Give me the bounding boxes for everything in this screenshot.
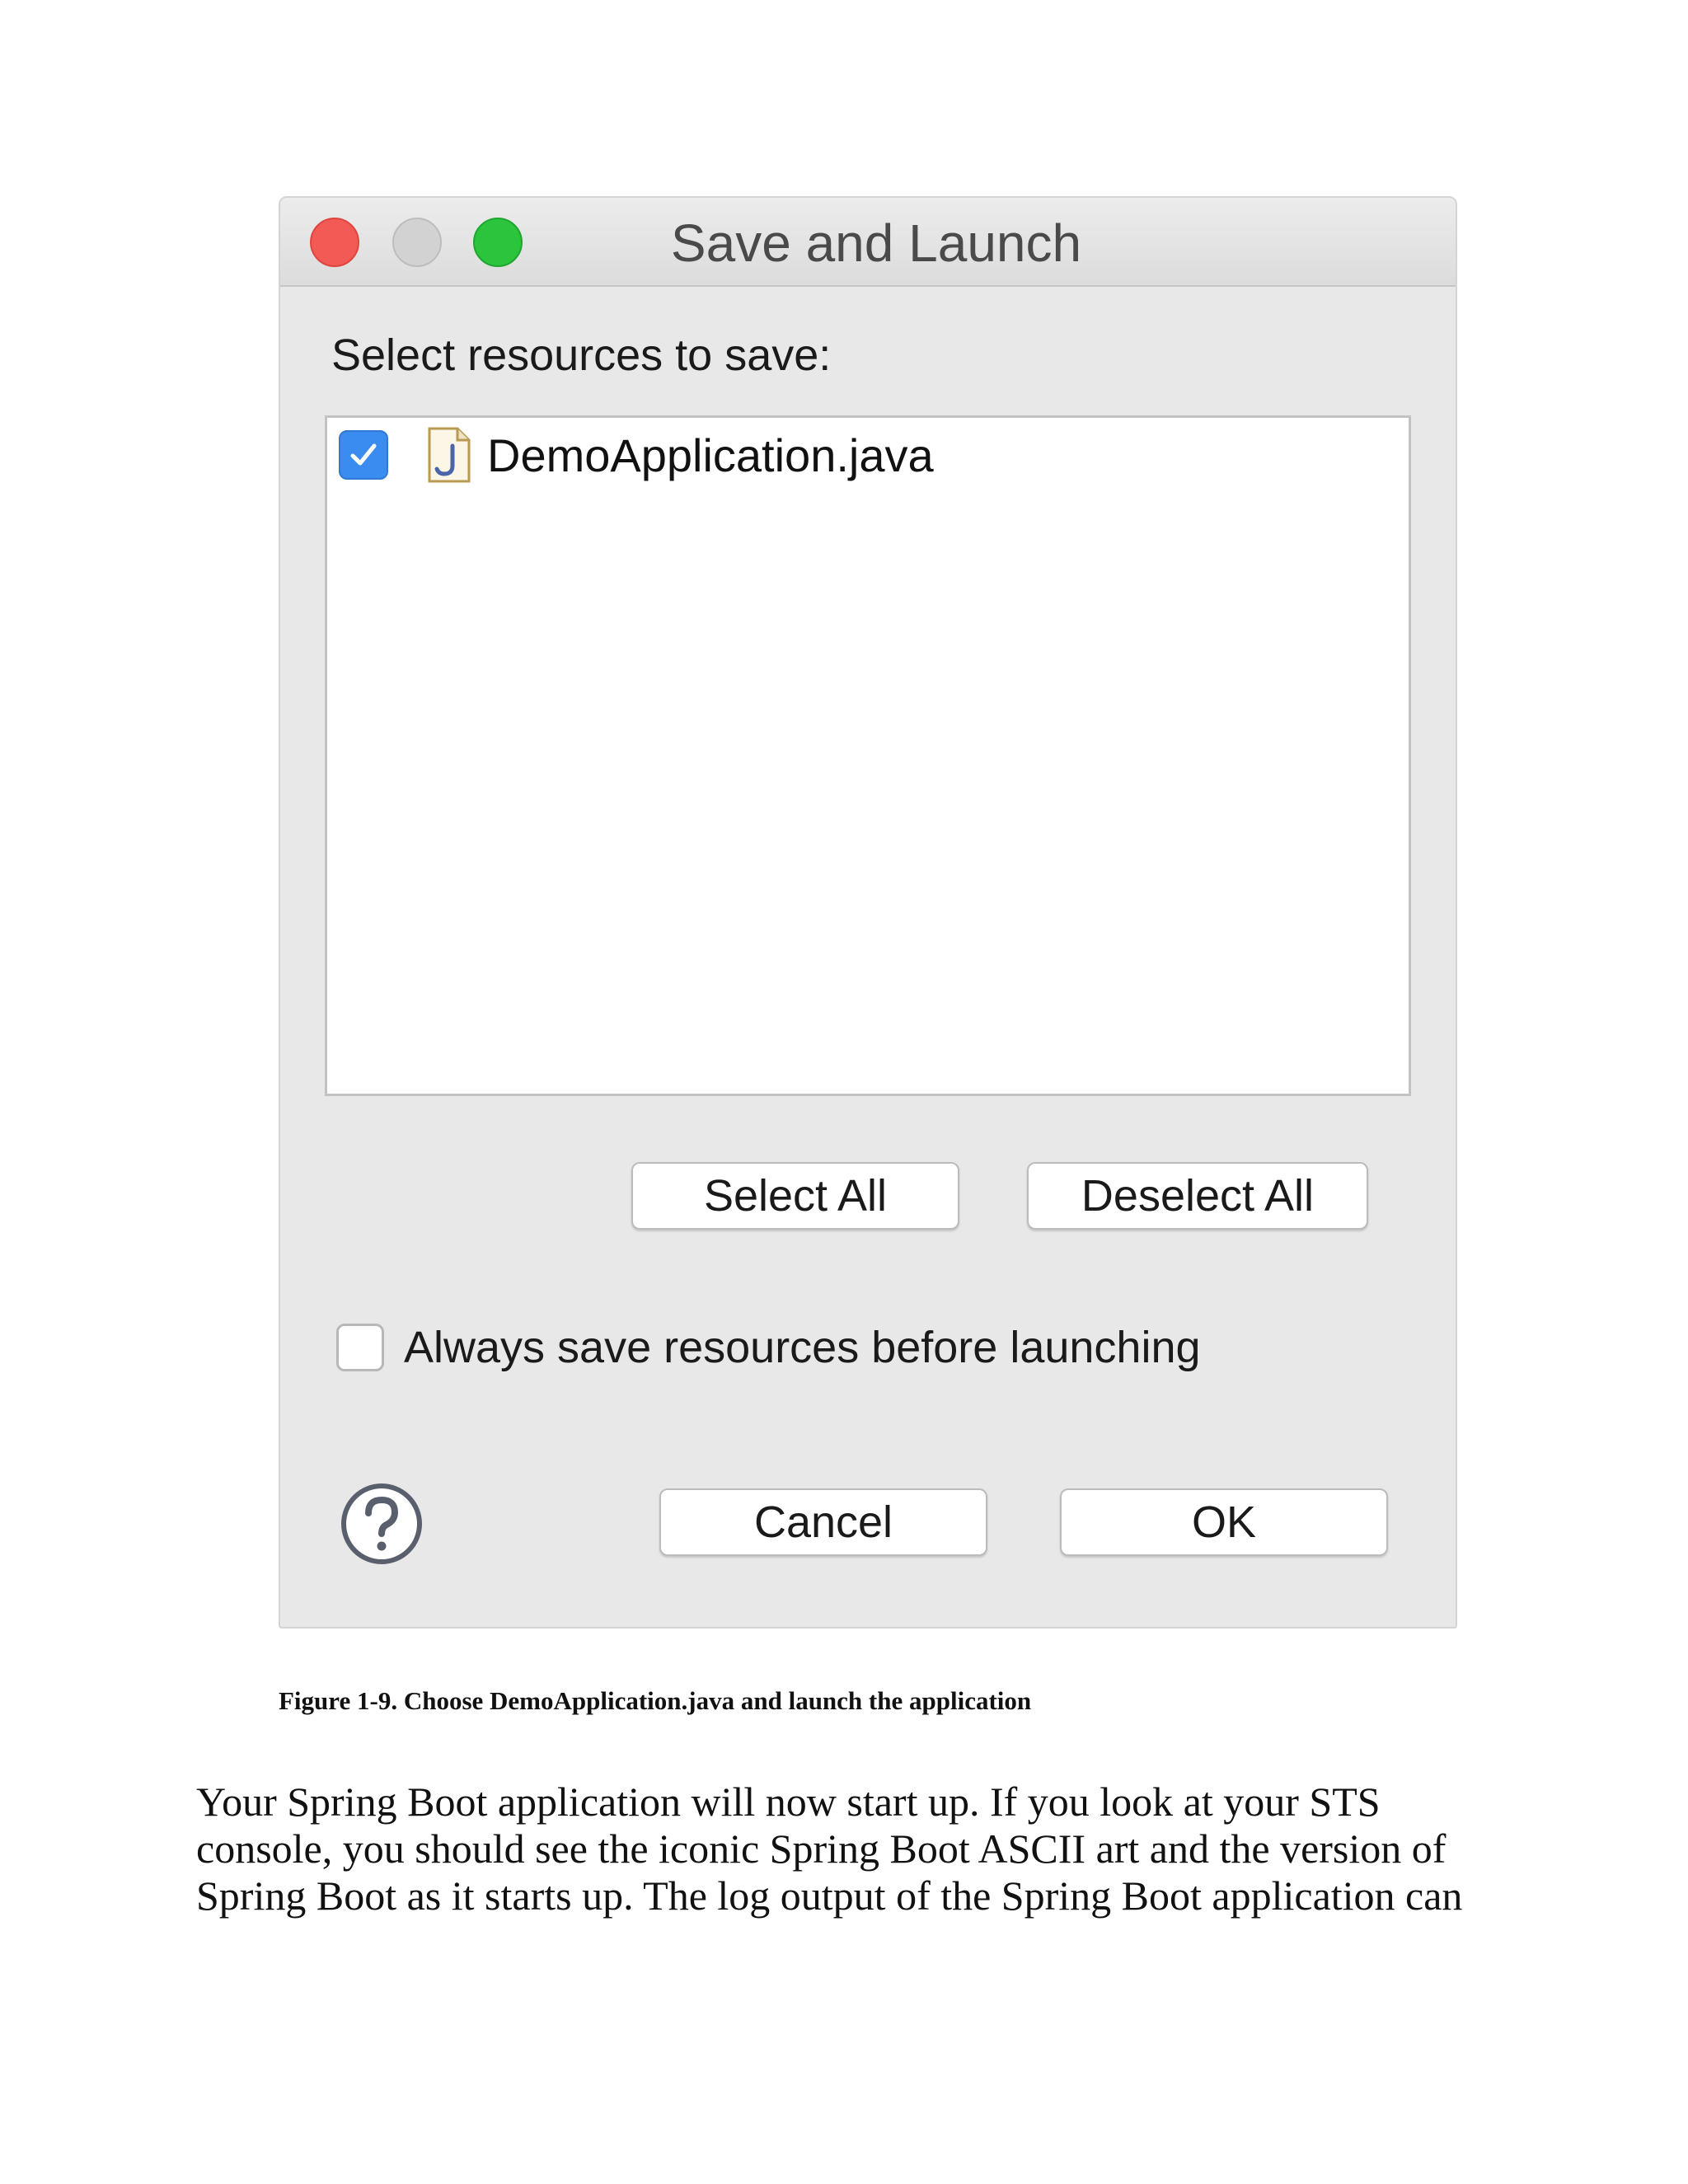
figure-caption: Figure 1-9. Choose DemoApplication.java … [279,1686,1032,1715]
resource-checkbox[interactable] [339,430,388,480]
select-all-button[interactable]: Select All [631,1162,959,1230]
resource-name: DemoApplication.java [487,429,934,481]
title-bar: Save and Launch [280,198,1456,287]
section-label: Select resources to save: [331,330,832,380]
resource-list[interactable]: DemoApplication.java [325,415,1411,1096]
resource-row[interactable]: DemoApplication.java [339,424,934,485]
body-line: Your Spring Boot application will now st… [196,1779,1381,1825]
deselect-all-button[interactable]: Deselect All [1027,1162,1368,1230]
always-save-label: Always save resources before launching [404,1323,1201,1372]
checkmark-icon [350,443,377,466]
always-save-checkbox[interactable] [336,1324,384,1371]
window-title: Save and Launch [670,213,1082,273]
body-line: Spring Boot as it starts up. The log out… [196,1872,1463,1919]
help-icon[interactable] [340,1482,424,1566]
always-save-option[interactable]: Always save resources before launching [336,1319,1201,1376]
java-file-icon [428,427,471,483]
cancel-button[interactable]: Cancel [659,1488,987,1556]
body-line: console, you should see the iconic Sprin… [196,1825,1447,1872]
body-paragraph: Your Spring Boot application will now st… [196,1779,1482,1919]
save-and-launch-dialog: Save and Launch Select resources to save… [279,196,1457,1629]
ok-button[interactable]: OK [1060,1488,1388,1556]
